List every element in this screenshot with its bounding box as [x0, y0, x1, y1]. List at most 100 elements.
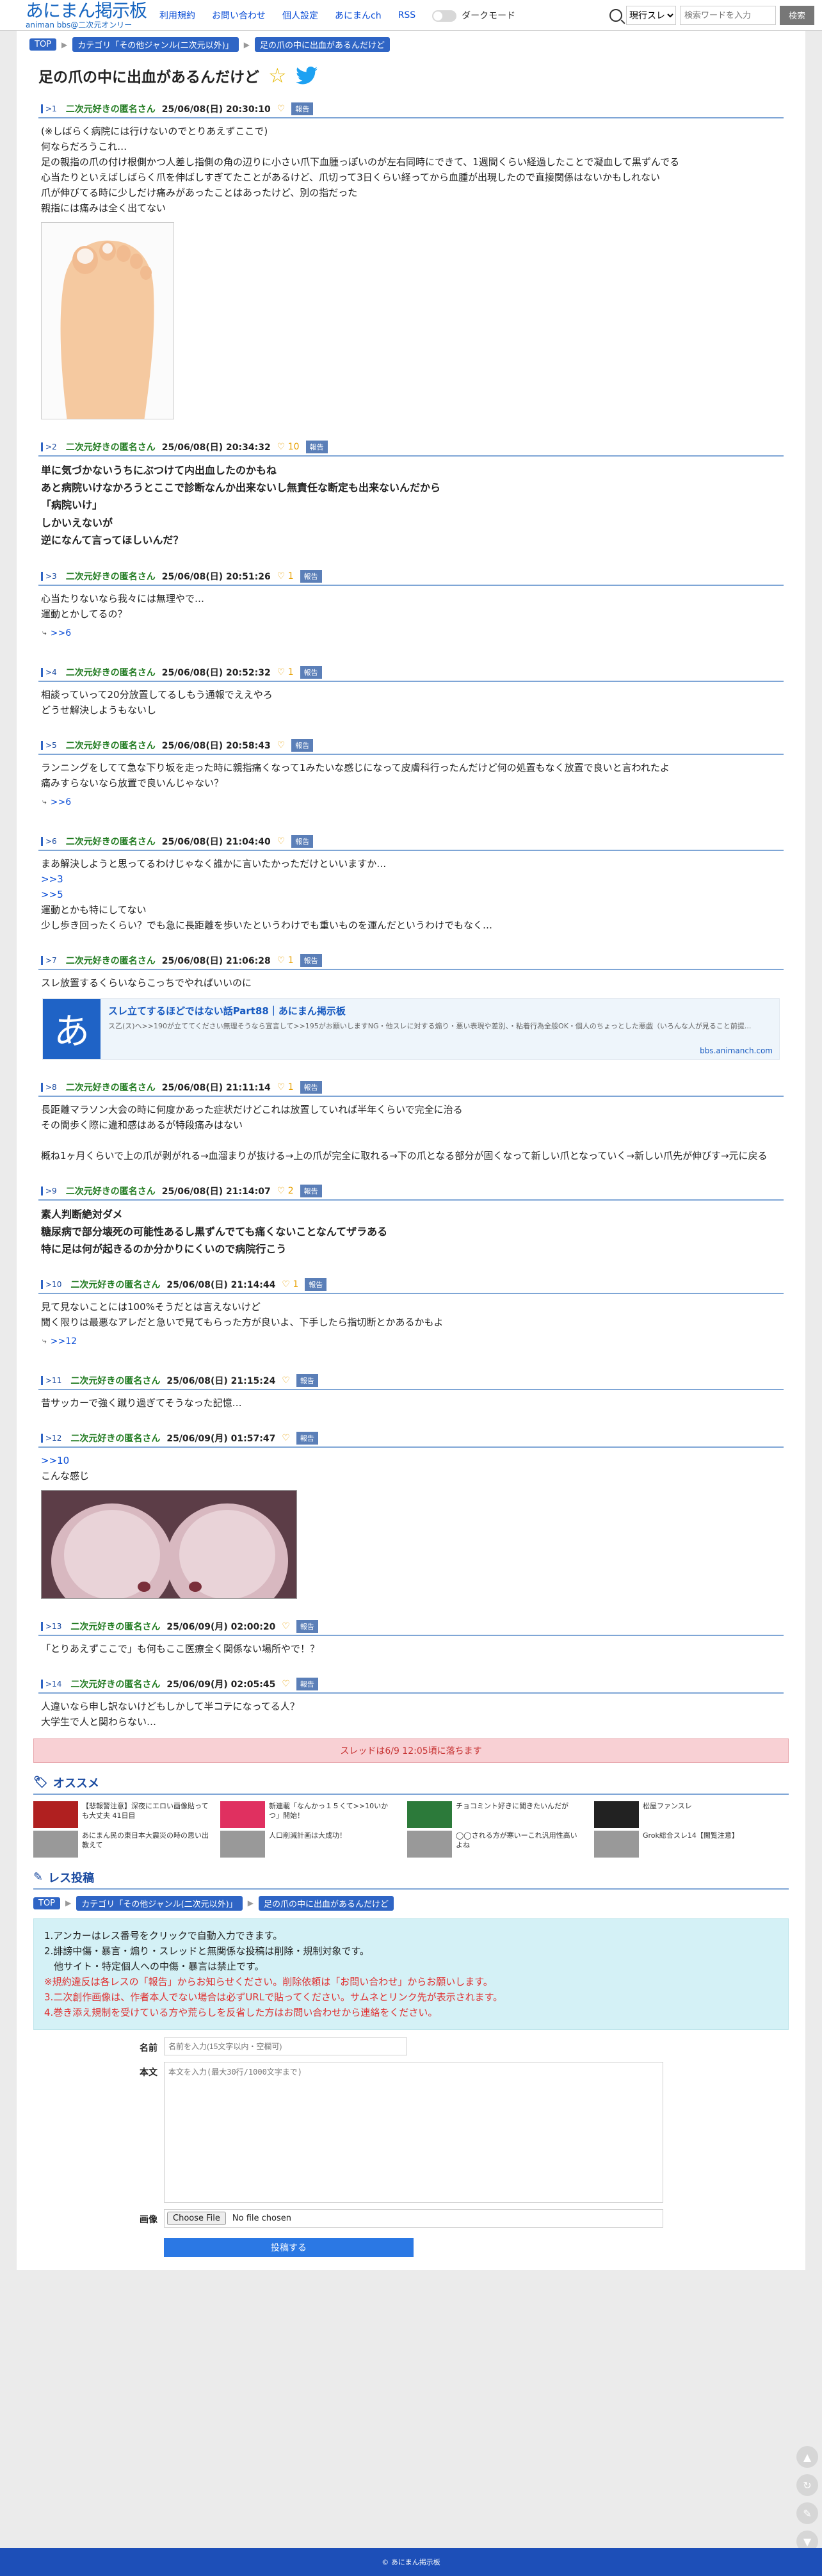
body-textarea[interactable]: [164, 2061, 663, 2203]
like-heart-icon[interactable]: ♡ 2: [277, 1186, 294, 1196]
site-logo[interactable]: あにまん掲示板 animan bbs@二次元オンリー: [26, 1, 147, 29]
report-button[interactable]: 報告: [300, 1080, 322, 1094]
nav-rss[interactable]: RSS: [398, 10, 416, 20]
like-heart-icon[interactable]: ♡: [282, 1621, 290, 1632]
recommend-item[interactable]: 松屋ファンスレ Grok総合スレ14【閲覧注意】: [594, 1801, 771, 1858]
nav-terms[interactable]: 利用規約: [159, 9, 195, 22]
search-button[interactable]: 検索: [779, 5, 814, 25]
report-button[interactable]: 報告: [296, 1431, 318, 1445]
twitter-share-icon[interactable]: [295, 67, 318, 85]
reply-link[interactable]: >>12: [51, 1336, 77, 1347]
search-input[interactable]: [679, 5, 776, 25]
post-number[interactable]: >9: [41, 1186, 60, 1195]
reply-anchor[interactable]: >>3: [41, 871, 781, 887]
reload-icon[interactable]: ↻: [796, 2474, 818, 2496]
like-heart-icon[interactable]: ♡: [277, 740, 286, 750]
post-number[interactable]: >5: [41, 740, 60, 750]
like-heart-icon[interactable]: ♡ 10: [277, 442, 300, 452]
recommend-thumbnail[interactable]: [407, 1830, 452, 1858]
like-heart-icon[interactable]: ♡: [282, 1679, 290, 1689]
breadcrumb-category[interactable]: カテゴリ「その他ジャンル(二次元以外)」: [72, 37, 239, 52]
like-heart-icon[interactable]: ♡: [282, 1433, 290, 1443]
recommend-thumbnail[interactable]: [220, 1801, 265, 1828]
like-heart-icon[interactable]: ♡ 1: [277, 667, 294, 677]
recommend-thumbnail[interactable]: [407, 1801, 452, 1828]
post-number[interactable]: >11: [41, 1375, 64, 1385]
recommend-thumbnail[interactable]: [594, 1830, 639, 1858]
report-button[interactable]: 報告: [291, 738, 314, 752]
favorite-star-icon[interactable]: ☆: [268, 63, 287, 88]
reply-anchor[interactable]: >>5: [41, 887, 781, 902]
report-button[interactable]: 報告: [305, 441, 328, 453]
post-number[interactable]: >12: [41, 1433, 64, 1443]
logo-title[interactable]: あにまん掲示板: [26, 1, 147, 20]
report-button[interactable]: 報告: [300, 953, 322, 967]
nav-animanch[interactable]: あにまんch: [335, 9, 382, 22]
recommend-title[interactable]: チョコミント好きに聞きたいんだが: [456, 1801, 568, 1811]
post-number[interactable]: >1: [41, 104, 60, 113]
recommend-item[interactable]: チョコミント好きに聞きたいんだが ◯◯される方が寒いーこれ汎用性高いよね: [407, 1801, 584, 1858]
recommend-title[interactable]: Grok総合スレ14【閲覧注意】: [643, 1831, 739, 1840]
post-number[interactable]: >3: [41, 571, 60, 581]
recommend-thumbnail[interactable]: [33, 1801, 78, 1828]
recommend-title[interactable]: 新連載「なんかっ１５くて>>10いかつ」開始！: [269, 1801, 397, 1821]
recommend-item[interactable]: 【悲報警注意】深夜にエロい画像貼っても大丈夫 41日目 あにまん民の東日本大震災の…: [33, 1801, 210, 1858]
post-number[interactable]: >4: [41, 667, 60, 677]
breadcrumb-category[interactable]: カテゴリ「その他ジャンル(二次元以外)」: [76, 1895, 243, 1911]
report-button[interactable]: 報告: [296, 1619, 318, 1633]
recommend-title[interactable]: 人口削減計画は大成功！: [269, 1831, 346, 1840]
recommend-thumbnail[interactable]: [33, 1830, 78, 1858]
recommend-thumbnail[interactable]: [594, 1801, 639, 1828]
reply-anchor[interactable]: >>10: [41, 1453, 781, 1468]
like-heart-icon[interactable]: ♡ 1: [277, 571, 294, 581]
post-number[interactable]: >8: [41, 1082, 60, 1092]
scroll-top-icon[interactable]: ▲: [796, 2446, 818, 2468]
like-heart-icon[interactable]: ♡: [277, 836, 286, 847]
report-button[interactable]: 報告: [305, 1277, 327, 1291]
search-scope-select[interactable]: 現行スレ: [625, 5, 676, 25]
file-input[interactable]: Choose File No file chosen: [164, 2208, 663, 2228]
write-icon[interactable]: ✎: [796, 2502, 818, 2524]
like-heart-icon[interactable]: ♡ 1: [282, 1279, 298, 1290]
post-body: まあ解決しようと思ってるわけじゃなく誰かに言いたかっただけといいますか… >>3 >…: [38, 851, 784, 933]
report-button[interactable]: 報告: [300, 1184, 322, 1197]
recommend-title[interactable]: 【悲報警注意】深夜にエロい画像貼っても大丈夫 41日目: [82, 1801, 210, 1821]
post-number[interactable]: >10: [41, 1279, 64, 1289]
submit-button[interactable]: 投稿する: [164, 2237, 414, 2257]
report-button[interactable]: 報告: [300, 665, 322, 679]
post-number[interactable]: >2: [41, 442, 60, 451]
nav-settings[interactable]: 個人設定: [282, 9, 318, 22]
recommend-title[interactable]: 松屋ファンスレ: [643, 1801, 692, 1811]
post-number[interactable]: >14: [41, 1679, 64, 1689]
reply-link[interactable]: >>6: [51, 628, 71, 638]
breadcrumb-top[interactable]: TOP: [33, 1897, 61, 1909]
name-input[interactable]: [164, 2037, 407, 2055]
dark-mode-toggle[interactable]: ダークモード: [432, 9, 515, 22]
report-button[interactable]: 報告: [291, 102, 314, 115]
like-heart-icon[interactable]: ♡: [282, 1375, 290, 1386]
post-image-nails[interactable]: [41, 1489, 297, 1599]
post-number[interactable]: >6: [41, 836, 60, 846]
breadcrumb-thread[interactable]: 足の爪の中に出血があるんだけど: [254, 37, 390, 52]
post-number[interactable]: >13: [41, 1621, 64, 1631]
breadcrumb-top[interactable]: TOP: [29, 38, 57, 51]
choose-file-button[interactable]: Choose File: [167, 2211, 226, 2225]
card-title[interactable]: スレ立てするほどではない話Part88｜あにまん掲示板: [108, 1004, 771, 1017]
like-heart-icon[interactable]: ♡ 1: [277, 955, 294, 966]
recommend-title[interactable]: あにまん民の東日本大震災の時の思い出教えて: [82, 1831, 210, 1851]
breadcrumb-thread[interactable]: 足の爪の中に出血があるんだけど: [258, 1895, 394, 1911]
reply-link[interactable]: >>6: [51, 797, 71, 807]
like-heart-icon[interactable]: ♡: [277, 104, 286, 114]
post-image-foot[interactable]: [41, 222, 174, 419]
link-card[interactable]: あスレ立てするほどではない話Part88｜あにまん掲示板 ス乙(ス)へ>>190が…: [42, 998, 780, 1060]
nav-contact[interactable]: お問い合わせ: [212, 9, 266, 22]
recommend-thumbnail[interactable]: [220, 1830, 265, 1858]
post-number[interactable]: >7: [41, 955, 60, 965]
report-button[interactable]: 報告: [296, 1373, 318, 1387]
report-button[interactable]: 報告: [291, 834, 314, 848]
report-button[interactable]: 報告: [296, 1677, 318, 1690]
like-heart-icon[interactable]: ♡ 1: [277, 1082, 294, 1092]
recommend-item[interactable]: 新連載「なんかっ１５くて>>10いかつ」開始！ 人口削減計画は大成功！: [220, 1801, 397, 1858]
report-button[interactable]: 報告: [300, 569, 322, 583]
recommend-title[interactable]: ◯◯される方が寒いーこれ汎用性高いよね: [456, 1831, 584, 1851]
